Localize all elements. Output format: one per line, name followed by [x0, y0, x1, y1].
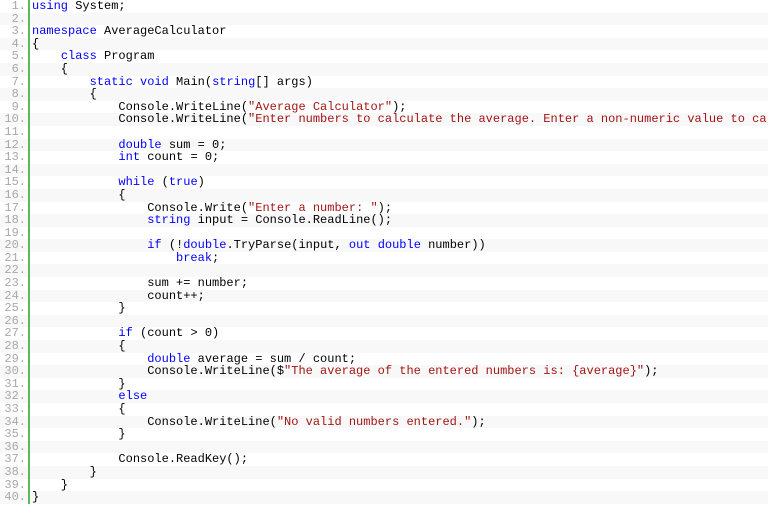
code-token: count = 0;	[140, 150, 219, 164]
code-editor: 1.using System;2.3.namespace AverageCalc…	[0, 0, 768, 504]
code-token: }	[32, 490, 39, 504]
line-content: }	[30, 466, 768, 479]
code-token: (	[154, 175, 168, 189]
code-token: number))	[421, 238, 486, 252]
line-content: Console.ReadKey();	[30, 453, 768, 466]
line-number: 11.	[0, 126, 30, 139]
line-number: 23.	[0, 277, 30, 290]
code-line: 7. static void Main(string[] args)	[0, 76, 768, 89]
line-content: using System;	[30, 0, 768, 13]
line-number: 8.	[0, 88, 30, 101]
line-content: namespace AverageCalculator	[30, 25, 768, 38]
code-token: )	[198, 175, 205, 189]
line-number: 18.	[0, 214, 30, 227]
line-number: 28.	[0, 340, 30, 353]
code-token: "No valid numbers entered."	[277, 415, 471, 429]
code-token: void	[140, 75, 169, 89]
code-token: .TryParse(input,	[226, 238, 348, 252]
code-line: 21. break;	[0, 252, 768, 265]
code-line: 13. int count = 0;	[0, 151, 768, 164]
code-token: [] args)	[255, 75, 313, 89]
code-token	[32, 213, 147, 227]
line-number: 38.	[0, 466, 30, 479]
code-token: Main(	[169, 75, 212, 89]
line-content: break;	[30, 252, 768, 265]
line-content: Console.WriteLine($"The average of the e…	[30, 365, 768, 378]
line-number: 40.	[0, 491, 30, 504]
code-token: );	[471, 415, 485, 429]
line-content: Console.WriteLine("No valid numbers ente…	[30, 416, 768, 429]
code-token: (count > 0)	[133, 326, 219, 340]
code-line: 10. Console.WriteLine("Enter numbers to …	[0, 113, 768, 126]
line-content: string input = Console.ReadLine();	[30, 214, 768, 227]
code-token: int	[118, 150, 140, 164]
code-token: }	[32, 301, 126, 315]
code-token: string	[212, 75, 255, 89]
line-content: }	[30, 479, 768, 492]
line-content: int count = 0;	[30, 151, 768, 164]
code-token: string	[147, 213, 190, 227]
line-content: else	[30, 390, 768, 403]
code-line: 37. Console.ReadKey();	[0, 453, 768, 466]
line-number: 6.	[0, 63, 30, 76]
code-line: 39. }	[0, 479, 768, 492]
line-content: }	[30, 302, 768, 315]
line-content: static void Main(string[] args)	[30, 76, 768, 89]
code-token	[370, 238, 377, 252]
code-line: 25. }	[0, 302, 768, 315]
code-token	[32, 251, 176, 265]
code-token: System;	[68, 0, 126, 13]
code-token	[133, 75, 140, 89]
line-number: 30.	[0, 365, 30, 378]
line-number: 1.	[0, 0, 30, 13]
code-line: 35. }	[0, 428, 768, 441]
line-content: }	[30, 491, 768, 504]
code-token: using	[32, 0, 68, 13]
code-token: break	[176, 251, 212, 265]
code-token	[32, 150, 118, 164]
code-token: Program	[97, 49, 155, 63]
code-line: 40.}	[0, 491, 768, 504]
line-number: 16.	[0, 189, 30, 202]
line-content: while (true)	[30, 176, 768, 189]
code-token: ;	[212, 251, 219, 265]
code-token: true	[169, 175, 198, 189]
code-token: out	[349, 238, 371, 252]
code-token: );	[644, 364, 658, 378]
line-content: class Program	[30, 50, 768, 63]
code-token: double	[378, 238, 421, 252]
code-line: 1.using System;	[0, 0, 768, 13]
line-number: 35.	[0, 428, 30, 441]
code-token: Console.WriteLine(	[32, 112, 248, 126]
line-number: 33.	[0, 403, 30, 416]
code-line: 5. class Program	[0, 50, 768, 63]
code-token: namespace	[32, 24, 97, 38]
code-token: input = Console.ReadLine();	[190, 213, 392, 227]
line-number: 25.	[0, 302, 30, 315]
line-content: if (count > 0)	[30, 327, 768, 340]
line-content: }	[30, 428, 768, 441]
code-token: "Enter numbers to calculate the average.…	[248, 112, 768, 126]
line-number: 13.	[0, 151, 30, 164]
line-content: Console.WriteLine("Enter numbers to calc…	[30, 113, 768, 126]
line-number: 3.	[0, 25, 30, 38]
line-content: count++;	[30, 290, 768, 303]
code-token: "The average of the entered numbers is: …	[284, 364, 644, 378]
code-line: 3.namespace AverageCalculator	[0, 25, 768, 38]
code-line: 18. string input = Console.ReadLine();	[0, 214, 768, 227]
code-token: AverageCalculator	[97, 24, 227, 38]
line-number: 20.	[0, 239, 30, 252]
code-token: }	[32, 427, 126, 441]
code-line: 38. }	[0, 466, 768, 479]
